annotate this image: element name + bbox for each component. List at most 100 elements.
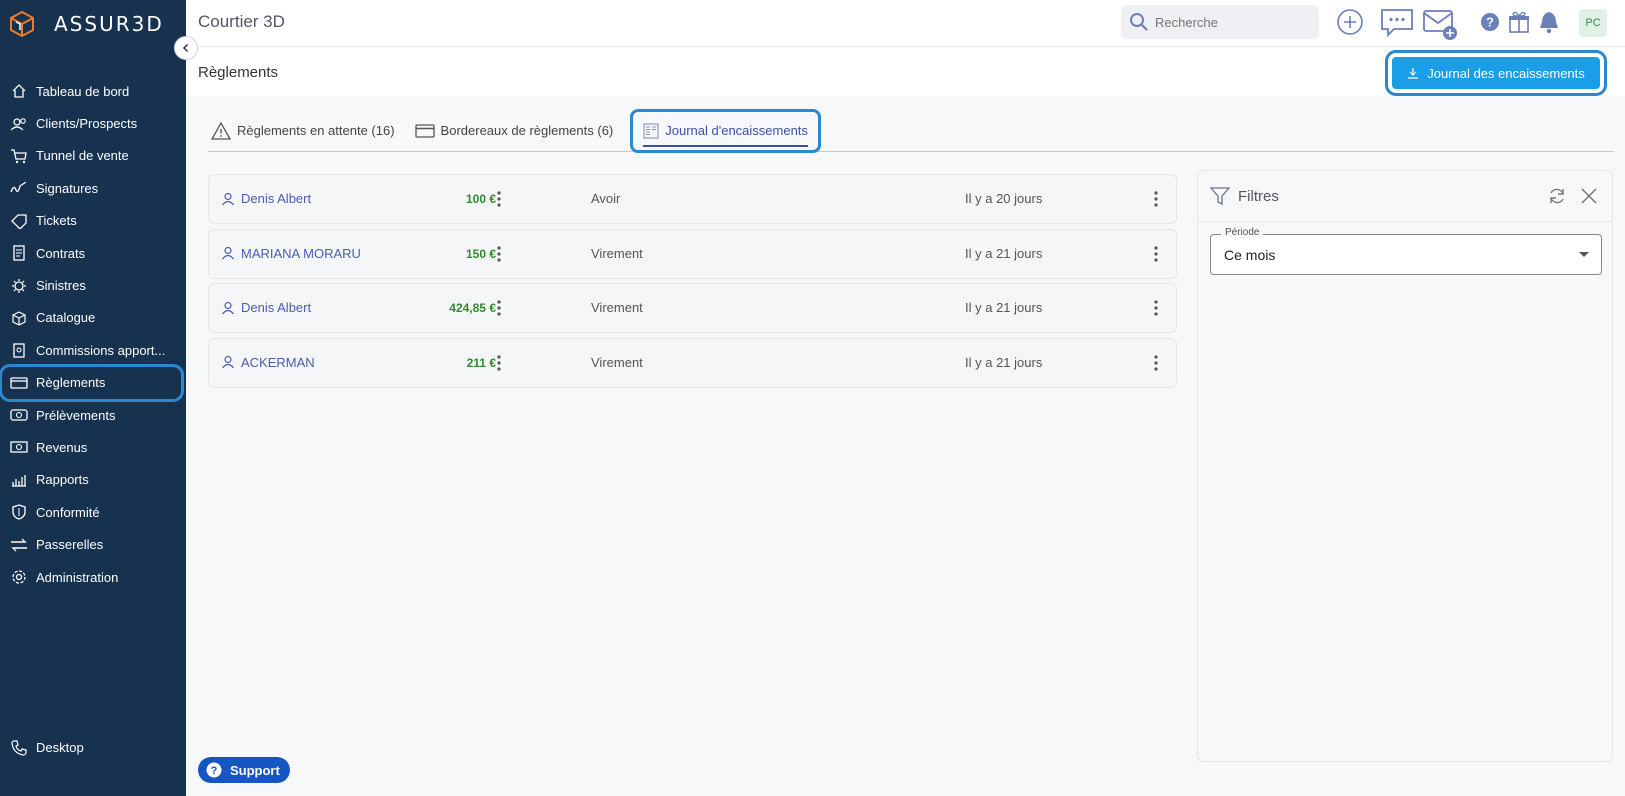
amount-menu-button[interactable] bbox=[496, 245, 502, 266]
row-menu-button[interactable] bbox=[1153, 299, 1159, 320]
period-select[interactable]: Période Ce mois bbox=[1210, 227, 1602, 275]
sidebar-collapse-button[interactable] bbox=[174, 36, 198, 60]
client-link[interactable]: Denis Albert bbox=[221, 191, 311, 206]
sidebar-item-contrats[interactable]: Contrats bbox=[0, 237, 186, 269]
sidebar-item-reglements[interactable]: Règlements bbox=[0, 363, 184, 402]
payment-mode: Virement bbox=[591, 354, 643, 370]
list-item[interactable]: Denis Albert 100 € Avoir Il y a 20 jours bbox=[208, 174, 1177, 224]
add-button[interactable] bbox=[1336, 8, 1364, 36]
chat-button[interactable] bbox=[1380, 7, 1414, 39]
sidebar-item-administration[interactable]: Administration bbox=[0, 561, 186, 593]
search-icon bbox=[1130, 13, 1148, 31]
export-journal-button[interactable]: Journal des encaissements bbox=[1385, 50, 1607, 96]
sidebar-item-passerelles[interactable]: Passerelles bbox=[0, 528, 186, 560]
sidebar-item-label: Contrats bbox=[36, 245, 86, 261]
filters-header: Filtres bbox=[1198, 171, 1612, 222]
sidebar-item-clients[interactable]: Clients/Prospects bbox=[0, 107, 186, 139]
filters-actions bbox=[1548, 187, 1598, 205]
row-menu-button[interactable] bbox=[1153, 354, 1159, 375]
client-name: Denis Albert bbox=[241, 191, 312, 206]
sidebar-item-label: Desktop bbox=[36, 740, 84, 756]
sidebar-item-tableau-de-bord[interactable]: Tableau de bord bbox=[0, 75, 186, 107]
sidebar-item-label: Tunnel de vente bbox=[36, 148, 129, 164]
notifications-button[interactable] bbox=[1538, 10, 1560, 34]
amount: 100 € bbox=[465, 192, 496, 206]
svg-text:?: ? bbox=[1486, 15, 1494, 30]
more-vertical-icon bbox=[497, 354, 501, 371]
row-menu-button[interactable] bbox=[1153, 190, 1159, 211]
tab-label: Bordereaux de règlements (6) bbox=[440, 123, 614, 138]
sidebar-nav: Tableau de bord Clients/Prospects Tunnel… bbox=[0, 75, 186, 593]
client-link[interactable]: MARIANA MORARU bbox=[221, 246, 361, 261]
mail-button[interactable] bbox=[1422, 7, 1458, 41]
user-icon bbox=[222, 192, 234, 205]
tab-bordereaux[interactable]: Bordereaux de règlements (6) bbox=[412, 110, 617, 152]
sidebar-item-revenus[interactable]: Revenus bbox=[0, 431, 186, 463]
tab-journal-encaissements[interactable]: Journal d'encaissements bbox=[630, 108, 821, 153]
list-item[interactable]: MARIANA MORARU 150 € Virement Il y a 21 … bbox=[208, 228, 1177, 279]
client-name: MARIANA MORARU bbox=[241, 245, 361, 261]
client-link[interactable]: Denis Albert bbox=[221, 300, 311, 315]
payment-date: Il y a 20 jours bbox=[965, 191, 1043, 206]
gift-icon bbox=[1509, 11, 1529, 33]
sidebar-item-label: Prélèvements bbox=[36, 407, 116, 423]
logo-icon bbox=[10, 10, 34, 38]
support-button[interactable]: ? Support bbox=[198, 757, 290, 783]
sidebar-item-label: Catalogue bbox=[36, 310, 96, 326]
list-item[interactable]: ACKERMAN 211 € Virement Il y a 21 jours bbox=[208, 337, 1177, 388]
brand-name: ASSUR3D bbox=[54, 12, 164, 36]
payment-date: Il y a 21 jours bbox=[965, 245, 1043, 261]
card-icon bbox=[10, 374, 28, 392]
chevron-left-icon bbox=[182, 43, 189, 53]
more-vertical-icon bbox=[1154, 245, 1158, 262]
search-box[interactable] bbox=[1121, 5, 1319, 39]
sidebar-item-catalogue[interactable]: Catalogue bbox=[0, 302, 186, 334]
sidebar-item-label: Signatures bbox=[36, 180, 99, 196]
debit-icon bbox=[10, 406, 28, 424]
sidebar-item-desktop[interactable]: Desktop bbox=[0, 732, 186, 764]
close-icon[interactable] bbox=[1580, 187, 1598, 205]
period-value: Ce mois bbox=[1224, 247, 1276, 263]
sidebar-item-tunnel[interactable]: Tunnel de vente bbox=[0, 140, 186, 172]
user-icon bbox=[222, 246, 234, 260]
list-item[interactable]: Denis Albert 424,85 € Virement Il y a 21… bbox=[208, 283, 1177, 333]
row-menu-button[interactable] bbox=[1153, 245, 1159, 266]
page-header: Règlements Journal des encaissements bbox=[186, 47, 1625, 97]
support-label: Support bbox=[230, 762, 280, 778]
sidebar-bottom: Desktop bbox=[0, 732, 186, 764]
amount-menu-button[interactable] bbox=[496, 299, 502, 320]
journal-icon bbox=[643, 122, 659, 139]
warning-icon bbox=[211, 121, 231, 140]
tab-reglements-en-attente[interactable]: Règlements en attente (16) bbox=[208, 110, 398, 152]
brand-logo[interactable]: ASSUR3D bbox=[8, 10, 164, 38]
sidebar-item-label: Tickets bbox=[36, 213, 77, 229]
payment-date: Il y a 21 jours bbox=[965, 300, 1043, 315]
claim-icon bbox=[10, 277, 28, 295]
help-icon: ? bbox=[1481, 13, 1499, 31]
amount-menu-button[interactable] bbox=[496, 190, 502, 211]
sidebar-item-tickets[interactable]: Tickets bbox=[0, 205, 186, 237]
sidebar-item-prelevements[interactable]: Prélèvements bbox=[0, 399, 186, 431]
gift-button[interactable] bbox=[1507, 10, 1531, 34]
client-link[interactable]: ACKERMAN bbox=[221, 355, 315, 370]
sidebar-item-label: Passerelles bbox=[36, 537, 104, 553]
sidebar-item-commissions[interactable]: Commissions apport... bbox=[0, 334, 186, 366]
more-vertical-icon bbox=[1154, 191, 1158, 207]
help-button[interactable]: ? bbox=[1480, 12, 1500, 32]
more-vertical-icon bbox=[497, 245, 501, 262]
topbar: Courtier 3D ? PC bbox=[186, 0, 1625, 47]
sidebar-item-sinistres[interactable]: Sinistres bbox=[0, 269, 186, 301]
amount-menu-button[interactable] bbox=[496, 354, 502, 375]
arrows-icon bbox=[10, 536, 28, 554]
client-name: Denis Albert bbox=[241, 300, 312, 315]
tab-bar: Règlements en attente (16) Bordereaux de… bbox=[208, 108, 1614, 153]
avatar[interactable]: PC bbox=[1579, 9, 1607, 37]
search-input[interactable] bbox=[1155, 14, 1315, 30]
sidebar-item-label: Commissions apport... bbox=[36, 342, 166, 358]
sidebar-item-conformite[interactable]: Conformité bbox=[0, 496, 186, 528]
sidebar-item-rapports[interactable]: Rapports bbox=[0, 464, 186, 496]
refresh-icon[interactable] bbox=[1548, 187, 1566, 205]
sidebar-item-label: Tableau de bord bbox=[36, 83, 130, 99]
phone-icon bbox=[10, 739, 28, 757]
sidebar-item-signatures[interactable]: Signatures bbox=[0, 172, 186, 204]
